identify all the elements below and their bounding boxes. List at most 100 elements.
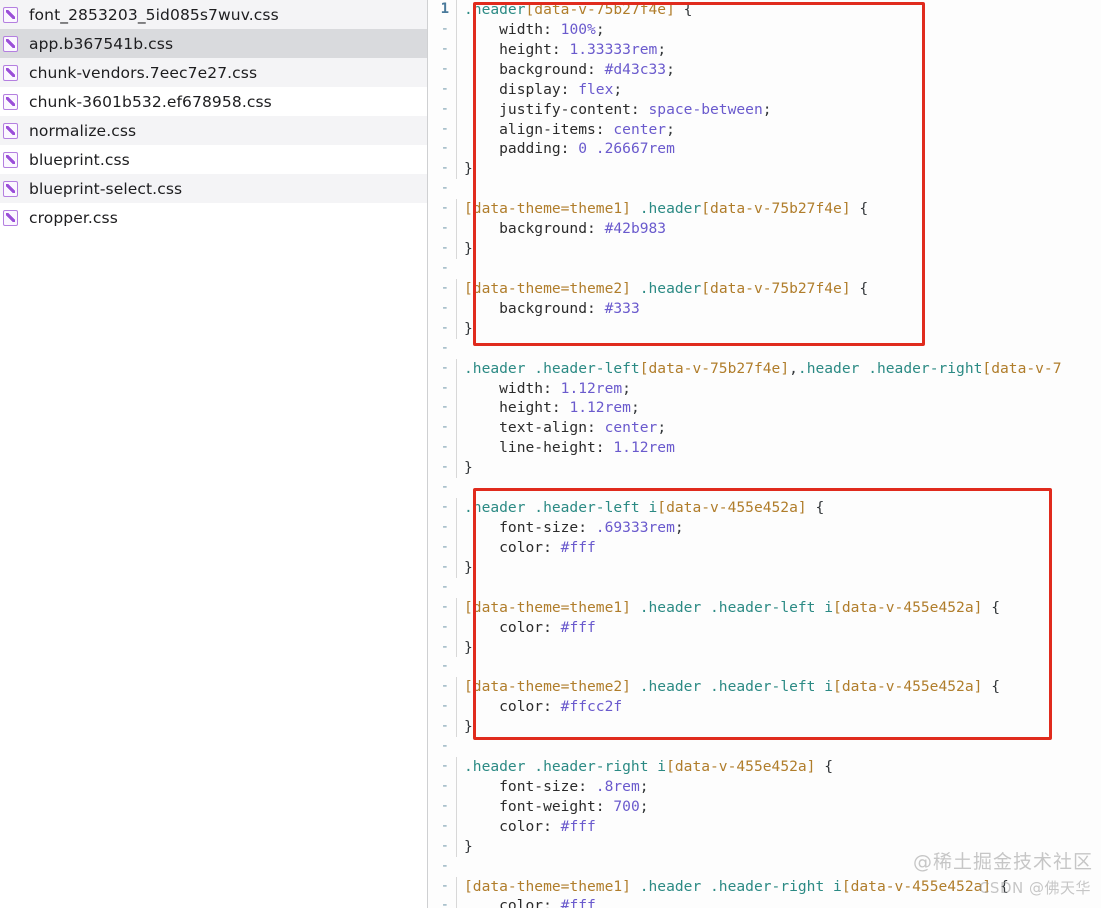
code-line: - — [428, 657, 1101, 677]
code-line: - font-size: .8rem; — [428, 776, 1101, 797]
fold-marker[interactable]: - — [428, 458, 456, 478]
code-token-punc: } — [464, 240, 473, 258]
fold-marker[interactable]: - — [428, 359, 456, 379]
code-token-punc: } — [464, 837, 473, 855]
fold-marker[interactable]: - — [428, 418, 456, 438]
code-token-prop: height: — [464, 399, 570, 417]
file-list-item[interactable]: app.b367541b.css — [0, 29, 427, 58]
fold-marker[interactable]: - — [428, 538, 456, 558]
code-line: - justify-content: space-between; — [428, 99, 1101, 120]
fold-marker[interactable]: - — [428, 896, 456, 908]
code-token-val: .8rem — [595, 777, 640, 795]
fold-marker[interactable]: - — [428, 618, 456, 638]
fold-marker[interactable]: - — [428, 299, 456, 319]
fold-marker[interactable]: - — [428, 598, 456, 618]
fold-marker[interactable]: - — [428, 120, 456, 140]
code-token-punc: { — [982, 678, 1000, 696]
file-list-item[interactable]: normalize.css — [0, 116, 427, 145]
code-line-text: color: #fff — [456, 617, 1101, 638]
fold-marker[interactable]: - — [428, 379, 456, 399]
code-line-text: padding: 0 .26667rem — [456, 139, 1101, 160]
code-line: - background: #42b983 — [428, 219, 1101, 240]
fold-marker[interactable]: - — [428, 179, 456, 199]
fold-marker[interactable]: - — [428, 877, 456, 897]
fold-marker[interactable]: - — [428, 239, 456, 259]
fold-marker[interactable]: - — [428, 578, 456, 598]
fold-marker[interactable]: - — [428, 837, 456, 857]
code-line: - [data-theme=theme2] .header[data-v-75b2… — [428, 278, 1101, 299]
code-token-punc: } — [464, 160, 473, 178]
fold-marker[interactable]: - — [428, 279, 456, 299]
fold-marker[interactable]: - — [428, 398, 456, 418]
file-list-item-label: font_2853203_5id085s7wuv.css — [29, 5, 279, 24]
code-line-text: width: 1.12rem; — [456, 378, 1101, 399]
fold-marker[interactable]: - — [428, 737, 456, 757]
file-list-item[interactable]: chunk-3601b532.ef678958.css — [0, 87, 427, 116]
fold-marker[interactable]: - — [428, 40, 456, 60]
fold-marker[interactable]: - — [428, 199, 456, 219]
fold-marker[interactable]: - — [428, 339, 456, 359]
fold-marker[interactable]: - — [428, 319, 456, 339]
code-token-val: space-between — [648, 100, 763, 118]
file-list-item[interactable]: cropper.css — [0, 203, 427, 232]
fold-marker[interactable]: - — [428, 857, 456, 877]
code-line: -} — [428, 557, 1101, 578]
fold-marker[interactable]: - — [428, 757, 456, 777]
fold-marker[interactable]: - — [428, 139, 456, 159]
fold-marker[interactable]: - — [428, 697, 456, 717]
code-viewer-panel[interactable]: 1 .header[data-v-75b27f4e] {- width: 100%… — [428, 0, 1101, 908]
code-token-val: #d43c33 — [604, 60, 667, 78]
fold-marker[interactable]: - — [428, 817, 456, 837]
code-token-attr: [data-v-75b27f4e] — [639, 359, 790, 377]
file-list-panel[interactable]: font_2853203_5id085s7wuv.css app.b367541b… — [0, 0, 428, 908]
fold-marker[interactable]: - — [428, 219, 456, 239]
code-token-punc: { — [850, 279, 869, 297]
file-list-item-label: normalize.css — [29, 121, 137, 140]
fold-marker[interactable]: - — [428, 159, 456, 179]
fold-marker[interactable]: - — [428, 518, 456, 538]
code-line: - background: #d43c33; — [428, 59, 1101, 80]
code-token-punc: ; — [657, 40, 667, 58]
fold-marker[interactable]: - — [428, 20, 456, 40]
css-file-icon — [3, 209, 18, 226]
code-token-sel: .header — [464, 1, 526, 18]
fold-marker[interactable]: - — [428, 100, 456, 120]
fold-marker[interactable]: - — [428, 478, 456, 498]
file-list-item[interactable]: chunk-vendors.7eec7e27.css — [0, 58, 427, 87]
fold-marker[interactable]: - — [428, 498, 456, 518]
code-token-val: #fff — [560, 897, 596, 908]
code-token-attr: [data-theme=theme2] — [464, 279, 631, 297]
file-list-item-label: chunk-vendors.7eec7e27.css — [29, 63, 258, 82]
code-token-prop: text-align: — [464, 419, 605, 437]
code-token-val: 1.12rem — [569, 399, 631, 417]
code-line-text: .header .header-left i[data-v-455e452a] … — [456, 498, 1101, 518]
code-token-punc: } — [464, 638, 473, 656]
code-token-sel: .header .header-left i — [639, 678, 834, 696]
file-list[interactable]: font_2853203_5id085s7wuv.css app.b367541b… — [0, 0, 427, 232]
fold-marker[interactable]: - — [428, 717, 456, 737]
code-token-prop: line-height: — [464, 439, 614, 457]
file-list-item[interactable]: blueprint-select.css — [0, 174, 427, 203]
code-line-text: font-weight: 700; — [456, 796, 1101, 817]
css-file-icon — [3, 64, 18, 81]
code-line: -} — [428, 637, 1101, 658]
code-token-prop: display: — [464, 80, 579, 98]
fold-marker[interactable]: - — [428, 657, 456, 677]
code-token-prop: font-size: — [464, 777, 596, 795]
fold-marker[interactable]: - — [428, 558, 456, 578]
fold-marker[interactable]: - — [428, 797, 456, 817]
file-list-item[interactable]: font_2853203_5id085s7wuv.css — [0, 0, 427, 29]
fold-marker[interactable]: - — [428, 438, 456, 458]
fold-marker[interactable]: - — [428, 60, 456, 80]
fold-marker[interactable]: - — [428, 80, 456, 100]
fold-marker[interactable]: - — [428, 777, 456, 797]
file-list-item[interactable]: blueprint.css — [0, 145, 427, 174]
code-token-attr: [data-v-455e452a] — [657, 499, 807, 517]
code-line-text: font-size: .69333rem; — [456, 517, 1101, 538]
code-token-attr: [data-v-75b27f4e] — [525, 1, 675, 18]
fold-marker[interactable]: - — [428, 259, 456, 279]
fold-marker[interactable]: - — [428, 677, 456, 697]
fold-marker[interactable]: - — [428, 638, 456, 658]
code-line-text: color: #fff — [456, 537, 1101, 558]
